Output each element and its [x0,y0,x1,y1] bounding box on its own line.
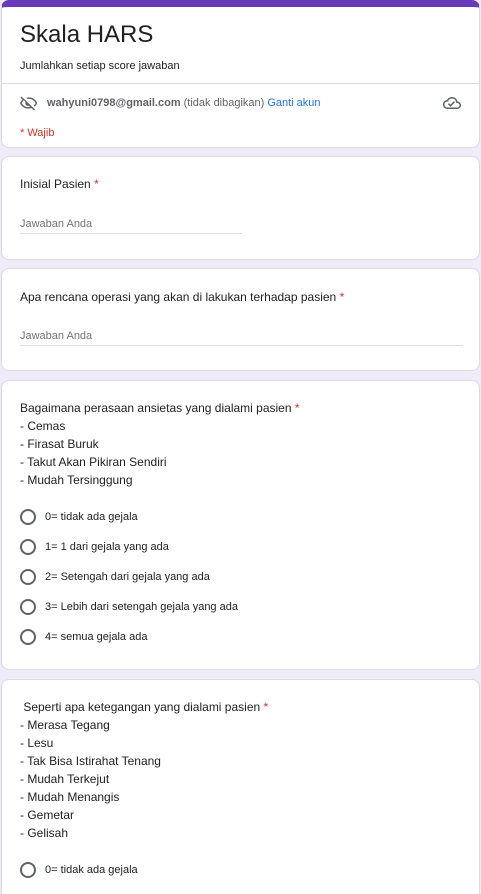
form-title: Skala HARS [20,21,154,48]
radio-button[interactable] [20,509,36,525]
radio-option[interactable]: 1= 1 dari gejala yang ada [20,538,169,556]
radio-option[interactable]: 2= Setengah dari gejala yang ada [20,568,210,586]
option-label: 3= Lebih dari setengah gejala yang ada [45,601,238,613]
question-title-text: Bagaimana perasaan ansietas yang dialami… [20,401,292,415]
radio-button[interactable] [20,539,36,555]
description-line: - Takut Akan Pikiran Sendiri [20,455,167,469]
radio-option[interactable]: 0= tidak ada gejala [20,508,138,526]
account-email: wahyuni0798@gmail.com [47,97,181,109]
question-title-text: Seperti apa ketegangan yang dialami pasi… [20,700,261,714]
question-title: Seperti apa ketegangan yang dialami pasi… [20,698,268,716]
question-card-ansietas: Bagaimana perasaan ansietas yang dialami… [1,380,480,670]
answer-input[interactable] [20,326,463,346]
question-card-rencana-operasi: Apa rencana operasi yang akan di lakukan… [1,268,480,371]
required-star: * [94,177,99,191]
description-line: - Gelisah [20,826,69,840]
description-line: - Tak Bisa Istirahat Tenang [20,754,161,768]
radio-button[interactable] [20,629,36,645]
form-header-card: Skala HARS Jumlahkan setiap score jawaba… [1,0,480,148]
description-line: - Lesu [20,736,54,750]
switch-account-link[interactable]: Ganti akun [267,97,320,109]
option-label: 0= tidak ada gejala [45,511,138,523]
account-row: wahyuni0798@gmail.com (tidak dibagikan) … [20,94,461,112]
eye-off-icon [20,96,38,111]
option-label: 0= tidak ada gejala [45,864,138,876]
form-description: Jumlahkan setiap score jawaban [20,60,180,72]
not-shared-label: (tidak dibagikan) [183,97,265,109]
description-line: - Mudah Terkejut [20,772,110,786]
question-title-text: Inisial Pasien [20,177,91,191]
question-card-inisial: Inisial Pasien * [1,156,480,260]
radio-option[interactable]: 4= semua gejala ada [20,628,147,646]
radio-button[interactable] [20,569,36,585]
question-title: Inisial Pasien * [20,175,99,193]
question-title: Bagaimana perasaan ansietas yang dialami… [20,399,300,417]
header-divider [2,83,479,84]
question-title-text: Apa rencana operasi yang akan di lakukan… [20,290,337,304]
required-star: * [294,401,300,415]
required-star: * [263,700,269,714]
radio-option[interactable]: 0= tidak ada gejala [20,861,138,879]
radio-option[interactable]: 3= Lebih dari setengah gejala yang ada [20,598,238,616]
description-line: - Cemas [20,419,66,433]
option-label: 1= 1 dari gejala yang ada [45,541,169,553]
question-description: - Cemas - Firasat Buruk - Takut Akan Pik… [20,417,167,489]
option-label: 2= Setengah dari gejala yang ada [45,571,210,583]
description-line: - Gemetar [20,808,75,822]
radio-button[interactable] [20,599,36,615]
description-line: - Mudah Tersinggung [20,473,133,487]
question-card-ketegangan: Seperti apa ketegangan yang dialami pasi… [1,679,480,894]
description-line: - Merasa Tegang [20,718,110,732]
required-note: * Wajib [20,127,55,139]
answer-input[interactable] [20,214,242,234]
radio-button[interactable] [20,862,36,878]
cloud-check-icon [443,97,461,109]
description-line: - Firasat Buruk [20,437,99,451]
question-description: - Merasa Tegang - Lesu - Tak Bisa Istira… [20,716,161,842]
option-label: 4= semua gejala ada [45,631,148,643]
required-star: * [339,290,345,304]
question-title: Apa rencana operasi yang akan di lakukan… [20,288,344,306]
description-line: - Mudah Menangis [20,790,120,804]
